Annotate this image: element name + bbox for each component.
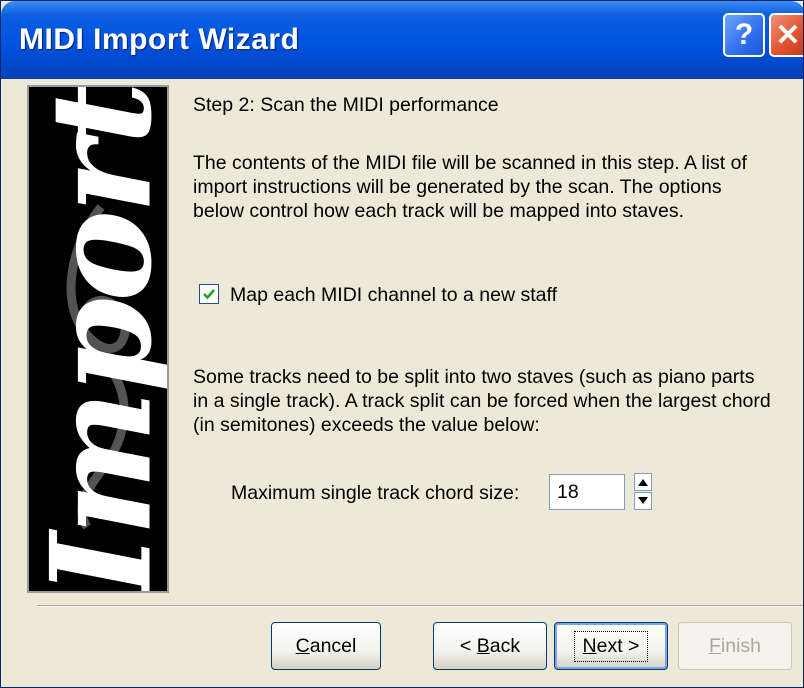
- cancel-button[interactable]: Cancel: [271, 622, 381, 670]
- import-banner-text: Import: [27, 85, 169, 593]
- split-description: Some tracks need to be split into two st…: [193, 366, 771, 436]
- help-button[interactable]: ?: [723, 13, 765, 57]
- help-icon: ?: [734, 18, 754, 51]
- chord-size-label: Maximum single track chord size:: [231, 482, 520, 504]
- window-title: MIDI Import Wizard: [19, 23, 300, 56]
- arrow-down-icon: [638, 497, 648, 504]
- wizard-side-banner: Import: [27, 85, 169, 593]
- back-button-label: < Back: [459, 634, 521, 657]
- map-channel-label[interactable]: Map each MIDI channel to a new staff: [230, 283, 557, 307]
- midi-import-wizard-dialog: MIDI Import Wizard ? ✕ Import Step 2: Sc…: [0, 0, 804, 688]
- chord-size-input[interactable]: 18: [549, 474, 625, 510]
- spin-up-button[interactable]: [634, 473, 652, 491]
- back-button[interactable]: < Back: [433, 622, 547, 670]
- map-channel-checkbox[interactable]: [199, 284, 219, 304]
- cancel-button-label: Cancel: [295, 634, 357, 657]
- chord-size-spinner[interactable]: [634, 473, 652, 511]
- finish-button: Finish: [678, 622, 792, 670]
- next-button[interactable]: Next >: [554, 622, 668, 670]
- checkmark-icon: [203, 289, 215, 300]
- finish-button-label: Finish: [708, 634, 762, 657]
- spin-down-button[interactable]: [634, 492, 652, 510]
- button-divider: [37, 605, 803, 607]
- arrow-up-icon: [638, 479, 648, 486]
- next-button-label: Next >: [573, 630, 649, 662]
- close-button[interactable]: ✕: [769, 13, 803, 57]
- close-icon: ✕: [775, 18, 801, 52]
- step-title: Step 2: Scan the MIDI performance: [193, 94, 499, 116]
- step-description: The contents of the MIDI file will be sc…: [193, 152, 747, 222]
- title-bar[interactable]: MIDI Import Wizard ? ✕: [1, 1, 803, 79]
